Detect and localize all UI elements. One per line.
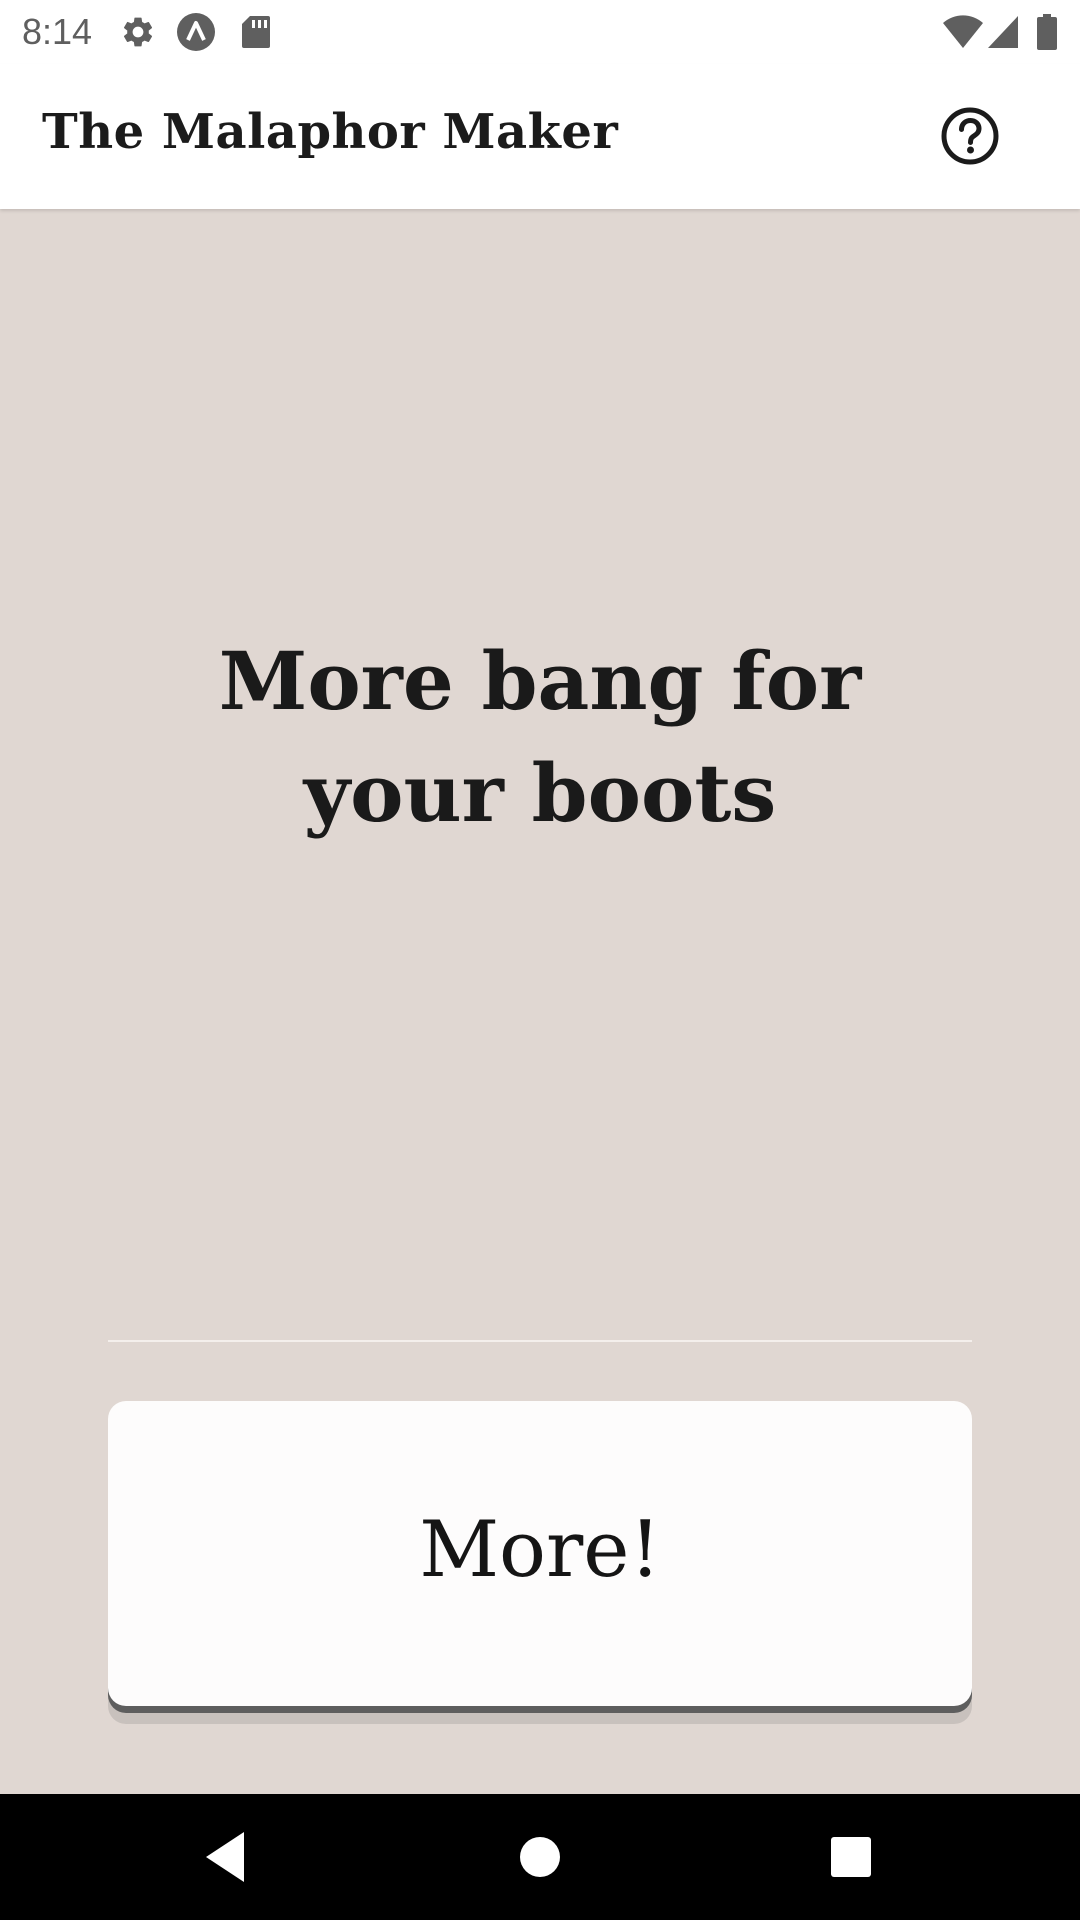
app-bar: The Malaphor Maker — [0, 64, 1080, 209]
battery-icon — [1036, 14, 1058, 50]
navigation-bar — [0, 1794, 1080, 1920]
settings-icon — [120, 14, 156, 50]
recents-button[interactable] — [818, 1824, 884, 1890]
divider — [108, 1340, 972, 1342]
more-button[interactable]: More! — [108, 1401, 972, 1706]
malaphor-text: More bang for your boots — [218, 634, 862, 840]
recents-icon — [818, 1837, 884, 1894]
home-icon — [507, 1837, 573, 1894]
back-button[interactable] — [196, 1824, 262, 1890]
app-notification-icon — [176, 12, 216, 52]
more-button-container: More! — [108, 1401, 972, 1733]
back-icon — [196, 1832, 262, 1894]
cell-signal-icon — [986, 14, 1022, 50]
wifi-icon — [942, 14, 984, 50]
app-title: The Malaphor Maker — [42, 104, 619, 160]
status-time: 8:14 — [22, 11, 93, 52]
help-circle-icon — [938, 107, 1002, 172]
help-button[interactable] — [938, 104, 1002, 168]
sd-card-icon — [240, 14, 276, 50]
home-button[interactable] — [507, 1824, 573, 1890]
status-bar: 8:14 — [0, 0, 1080, 64]
more-button-label: More! — [419, 1504, 661, 1595]
